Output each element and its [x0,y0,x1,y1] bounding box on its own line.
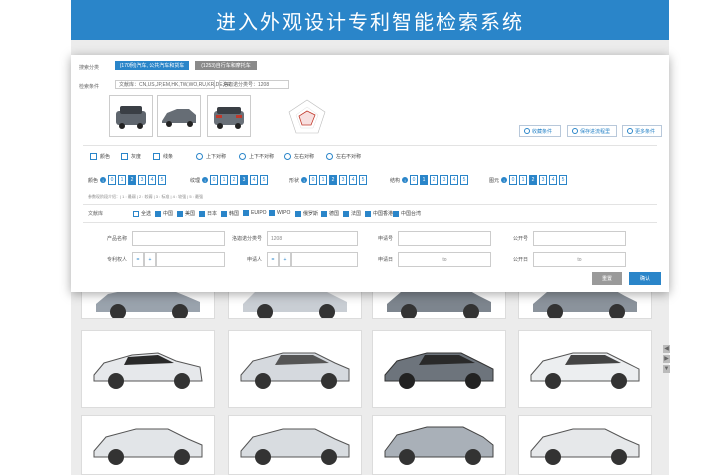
locarno-condition[interactable]: 洛迦诺分类号：1208 [219,80,289,89]
search-icon [627,128,633,134]
query-image-angle[interactable] [157,95,201,137]
app-no-label: 申请号 [377,236,393,242]
results-grid [78,285,660,475]
scale-structure: 结构 i 012345 [390,175,469,185]
pub-date-range[interactable]: to [533,252,626,267]
info-icon[interactable]: i [301,177,308,183]
library-label: 文献库 [88,211,104,217]
patentee-label: 专利权人 [106,257,127,263]
product-name-label: 产品名称 [106,236,127,242]
info-icon[interactable]: i [402,177,409,183]
app-date-label: 申请日 [377,257,393,263]
scale-legend: 参数现阶段介绍：| 1 : 最弱 | 2 : 较弱 | 3 : 标准 | 4 :… [88,194,203,199]
option-vsym[interactable]: 上下对称 [196,153,226,160]
favorite-conditions-button[interactable]: 收藏条件 [519,125,561,137]
option-line[interactable]: 线条 [153,153,173,160]
car-image [384,426,494,465]
library-euipo[interactable]: EUIPO [243,210,267,216]
reset-button[interactable]: 重置 [592,272,622,285]
library-de[interactable]: 德国 [321,210,339,217]
pub-no-label: 公开号 [512,236,528,242]
feature-radar-chart [288,99,326,134]
result-tile[interactable] [81,415,215,475]
query-image-front[interactable] [109,95,153,137]
library-tw[interactable]: 中国台湾 [393,210,421,217]
car-image [93,352,203,389]
library-jp[interactable]: 日本 [199,210,217,217]
save-to-flow-button[interactable]: 保存进流程里 [567,125,617,137]
car-image [240,428,350,465]
library-cn[interactable]: 中国 [155,210,173,217]
library-ru[interactable]: 俄罗斯 [295,210,318,217]
library-hk[interactable]: 中国香港 [365,210,393,217]
option-gray[interactable]: 灰度 [121,153,141,160]
pub-date-label: 公开日 [512,257,528,263]
more-conditions-button[interactable]: 更多条件 [622,125,662,137]
library-all[interactable]: 全选 [133,210,151,217]
library-condition[interactable]: 文献库：CN,US,JP,EM,HK,TW,WO,RU,KR,DE,FR [115,80,231,89]
scope-chip-cars[interactable]: (170例)汽车, 公共汽车和货车 [115,61,189,70]
divider [83,204,657,205]
scale-primitive: 图元 i 012345 [489,175,568,185]
option-hasym[interactable]: 左右不对称 [326,153,361,160]
scroll-up-icon[interactable]: ◀ [663,345,670,353]
result-tile[interactable] [228,415,362,475]
option-color[interactable]: 颜色 [90,153,110,160]
top-banner[interactable]: 进入外观设计专利智能检索系统 [71,0,669,40]
scale-shape: 形状 i 012345 [289,175,368,185]
patentee-eq-button[interactable]: = [132,252,144,267]
car-image [384,352,494,389]
document-icon [572,128,578,134]
scroll-mid-icon[interactable]: ▶ [663,355,670,363]
info-icon[interactable]: i [100,177,107,183]
heart-icon [524,128,530,134]
library-fr[interactable]: 法国 [343,210,361,217]
applicant-eq-button[interactable]: = [267,252,279,267]
car-image [240,352,350,389]
locarno-label: 洛迦诺分类号 [231,236,262,242]
query-image-rear[interactable] [207,95,251,137]
option-vasym[interactable]: 上下不对称 [239,153,274,160]
confirm-button[interactable]: 确认 [629,272,661,285]
library-us[interactable]: 美国 [177,210,195,217]
divider [83,145,657,146]
scale-texture: 纹理 i 012345 [190,175,269,185]
car-image [93,428,203,465]
result-tile[interactable] [372,415,506,475]
scroll-down-icon[interactable]: ▼ [663,365,670,373]
car-image [530,428,640,465]
info-icon[interactable]: i [202,177,209,183]
applicant-plus-button[interactable]: + [279,252,291,267]
divider [83,222,657,223]
pub-no-input[interactable] [533,231,626,246]
scope-chip-bikes[interactable]: (1253)自行车和摩托车 [195,61,257,70]
result-tile[interactable] [372,330,506,408]
car-image [530,352,640,389]
scope-label: 搜索分类 [79,65,100,71]
result-tile[interactable] [228,330,362,408]
option-hsym[interactable]: 左右对称 [284,153,314,160]
banner-title: 进入外观设计专利智能检索系统 [216,11,524,34]
result-tile[interactable] [81,330,215,408]
conditions-label: 检索条件 [79,84,100,90]
scale-color: 颜色 i 012345 [88,175,167,185]
result-tile[interactable] [518,415,652,475]
library-kr[interactable]: 韩国 [221,210,239,217]
library-wipo[interactable]: WIPO [269,210,290,216]
result-tile[interactable] [518,330,652,408]
applicant-label: 申请人 [246,257,262,263]
patentee-plus-button[interactable]: + [144,252,156,267]
info-icon[interactable]: i [501,177,508,183]
search-panel: 搜索分类 (170例)汽车, 公共汽车和货车 (1253)自行车和摩托车 检索条… [71,55,669,292]
